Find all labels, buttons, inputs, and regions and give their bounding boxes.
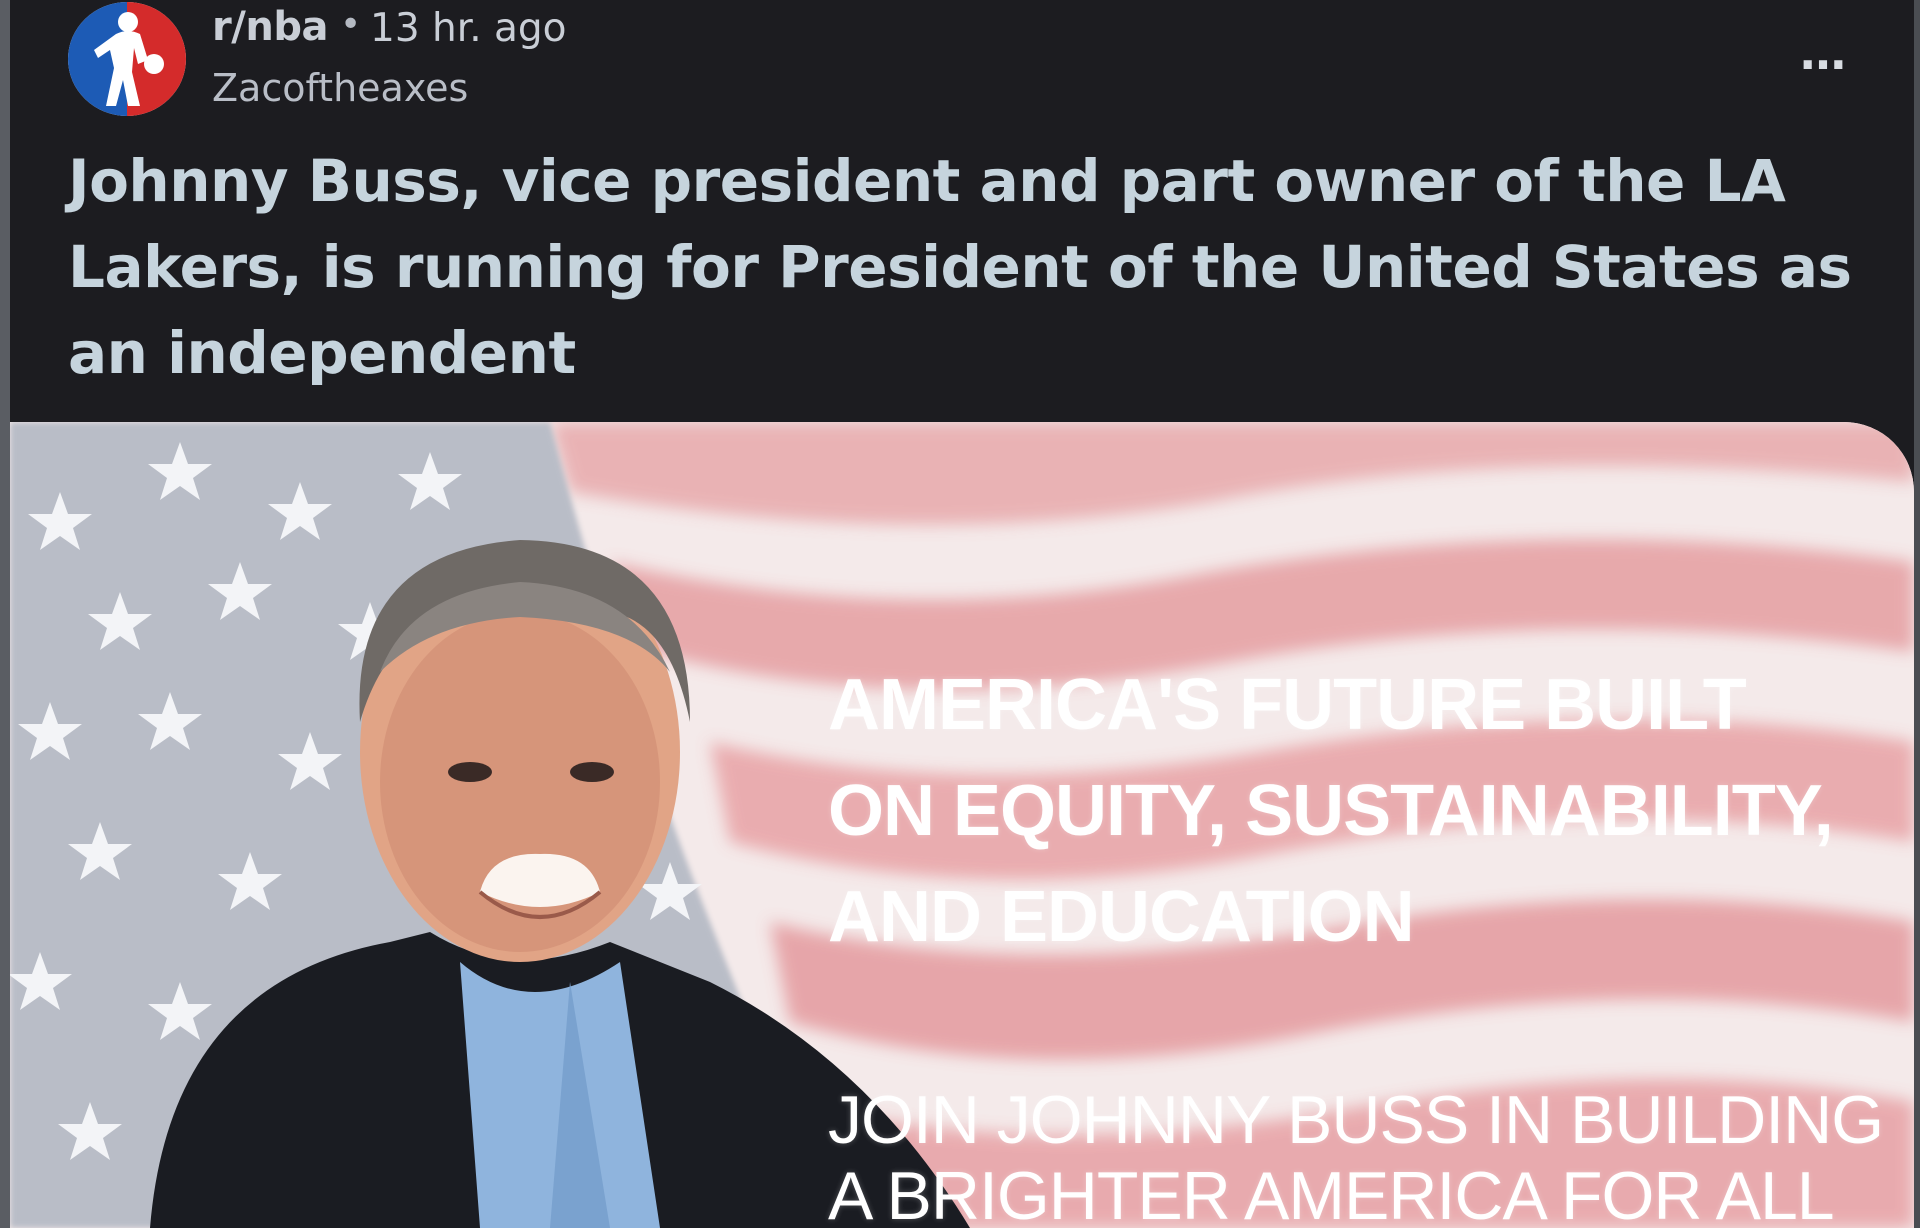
- nba-logo-icon: [68, 2, 186, 116]
- ad-headline: AMERICA'S FUTURE BUILT ON EQUITY, SUSTAI…: [828, 665, 1834, 957]
- subreddit-avatar[interactable]: [68, 2, 186, 116]
- post-image[interactable]: AMERICA'S FUTURE BUILT ON EQUITY, SUSTAI…: [10, 422, 1914, 1228]
- ad-call-to-action: JOIN JOHNNY BUSS IN BUILDING A BRIGHTER …: [828, 1082, 1884, 1228]
- reddit-post: r/nba • 13 hr. ago Zacoftheaxes … Johnny…: [10, 0, 1914, 1228]
- meta-separator: •: [340, 4, 362, 45]
- post-author[interactable]: Zacoftheaxes: [212, 66, 468, 110]
- post-title[interactable]: Johnny Buss, vice president and part own…: [68, 138, 1888, 396]
- post-timestamp: 13 hr. ago: [370, 6, 567, 51]
- more-options-icon[interactable]: …: [1800, 30, 1848, 76]
- page-scrollbar[interactable]: [1914, 0, 1920, 1228]
- subreddit-name[interactable]: r/nba: [212, 4, 328, 50]
